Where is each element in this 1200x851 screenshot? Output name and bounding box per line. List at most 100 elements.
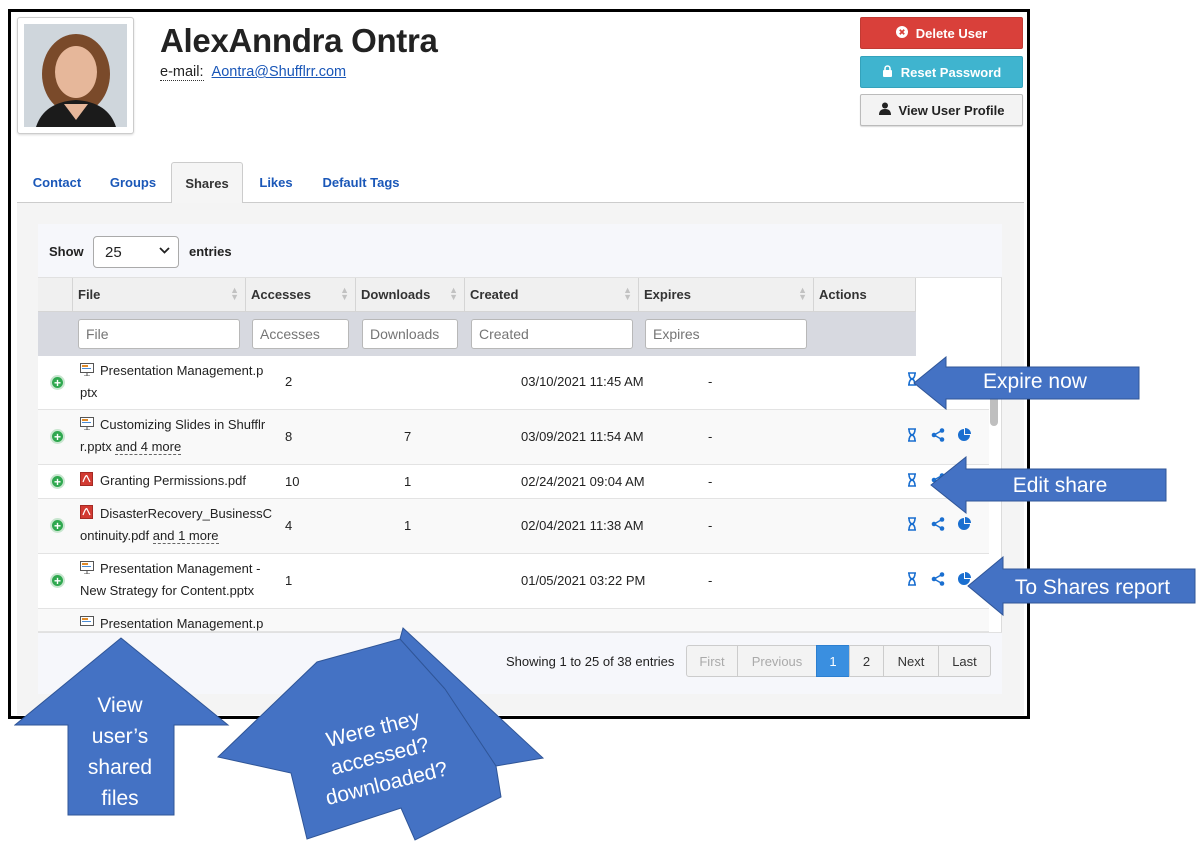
edit-share-label: Edit share — [1012, 474, 1108, 497]
created-value: 02/04/2021 11:38 AM — [521, 518, 644, 533]
row-actions — [904, 572, 972, 589]
file-name-line1: DisasterRecovery_BusinessC — [100, 506, 272, 521]
more-files-link[interactable]: and 1 more — [152, 528, 219, 544]
file-filter-input[interactable] — [78, 319, 240, 349]
page-1-button[interactable]: 1 — [816, 645, 850, 677]
tab-likes[interactable]: Likes — [245, 162, 307, 203]
expand-row-icon[interactable]: + — [50, 518, 65, 533]
file-name[interactable]: Customizing Slides in Shufflr r.pptx and … — [80, 414, 274, 458]
entries-select[interactable]: 25 — [93, 236, 179, 268]
column-header-created[interactable]: Created ▲ ▼ — [465, 278, 639, 312]
tab-shares[interactable]: Shares — [171, 162, 243, 204]
column-header-expires-label: Expires — [644, 287, 691, 302]
column-header-file-label: File — [78, 287, 101, 302]
shares-report-label: To Shares report — [1014, 576, 1171, 599]
next-page-button[interactable]: Next — [883, 645, 939, 677]
column-header-file[interactable]: File ▲ ▼ — [73, 278, 246, 312]
expand-row-icon[interactable]: + — [50, 573, 65, 588]
table-row: + Presentation Management.p ptx 2 03/10/2… — [38, 356, 989, 410]
user-name: AlexAnndra Ontra — [160, 22, 438, 59]
table-row: + DisasterRecovery_BusinessC ontinuity.pd… — [38, 499, 989, 554]
table-row: + Presentation Management - New Strategy … — [38, 554, 989, 609]
reset-password-button[interactable]: Reset Password — [860, 56, 1023, 88]
hourglass-icon[interactable] — [904, 473, 920, 490]
accesses-value: 4 — [285, 518, 293, 533]
file-name-line1: Presentation Management - — [100, 561, 261, 576]
email-label: e-mail: — [160, 64, 204, 81]
column-header-expires[interactable]: Expires ▲ ▼ — [639, 278, 814, 312]
file-name[interactable]: Granting Permissions.pdf — [80, 470, 274, 492]
delete-user-button[interactable]: Delete User — [860, 17, 1023, 49]
expires-value: - — [708, 518, 713, 533]
column-header-downloads[interactable]: Downloads ▲ ▼ — [356, 278, 465, 312]
row-actions — [904, 517, 972, 534]
table-length-bar — [38, 224, 1002, 278]
user-icon — [878, 102, 891, 118]
first-page-button[interactable]: First — [686, 645, 738, 677]
file-name[interactable]: DisasterRecovery_BusinessC ontinuity.pdf … — [80, 503, 274, 547]
table-row: + Granting Permissions.pdf 10 1 02/24/20… — [38, 465, 989, 499]
file-name-line1: Customizing Slides in Shufflr — [100, 417, 266, 432]
email-link[interactable]: Aontra@Shufflrr.com — [212, 64, 347, 80]
created-value: 03/09/2021 11:54 AM — [521, 429, 644, 444]
created-value: 03/10/2021 11:45 AM — [521, 374, 644, 389]
view-files-line1: View — [97, 694, 143, 717]
view-user-profile-button[interactable]: View User Profile — [860, 94, 1023, 126]
delete-icon — [895, 25, 908, 41]
hourglass-icon[interactable] — [904, 428, 920, 445]
hourglass-icon[interactable] — [904, 572, 920, 589]
tab-default-tags[interactable]: Default Tags — [309, 162, 413, 203]
downloads-value: 1 — [404, 518, 412, 533]
file-name-line2: ptx — [80, 385, 98, 400]
user-photo-icon — [24, 24, 127, 127]
expires-value: - — [708, 429, 713, 444]
delete-user-label: Delete User — [915, 25, 988, 41]
file-name[interactable]: Presentation Management - New Strategy fo… — [80, 558, 274, 602]
expand-row-icon[interactable]: + — [50, 375, 65, 390]
column-header-accesses-label: Accesses — [251, 287, 311, 302]
avatar-photo — [24, 24, 127, 127]
presentation-file-icon — [80, 614, 94, 627]
column-header-actions-label: Actions — [819, 287, 867, 302]
expires-value: - — [708, 474, 713, 489]
pdf-file-icon — [80, 471, 94, 486]
accesses-filter-input[interactable] — [252, 319, 349, 349]
file-name-line2: New Strategy for Content.pptx — [80, 583, 255, 598]
presentation-file-icon — [80, 415, 94, 431]
page-2-button[interactable]: 2 — [849, 645, 884, 677]
share-icon[interactable] — [930, 572, 946, 589]
share-icon[interactable] — [930, 517, 946, 534]
chevron-down-icon — [159, 245, 170, 257]
file-name[interactable]: Presentation Management.p ptx — [80, 360, 274, 404]
view-files-line2: user’s — [91, 725, 149, 748]
tab-contact[interactable]: Contact — [19, 162, 95, 203]
entries-label: entries — [189, 244, 232, 259]
view-files-label: View user’s shared files — [70, 690, 170, 814]
accesses-value: 2 — [285, 374, 293, 389]
column-header-expand — [38, 278, 73, 312]
expire-now-label: Expire now — [983, 370, 1087, 393]
previous-page-button[interactable]: Previous — [737, 645, 817, 677]
sort-icon: ▲ ▼ — [798, 285, 807, 302]
share-icon[interactable] — [930, 428, 946, 445]
more-files-link[interactable]: and 4 more — [115, 439, 182, 455]
accesses-value: 1 — [285, 573, 293, 588]
pie-chart-icon[interactable] — [956, 428, 972, 445]
expand-row-icon[interactable]: + — [50, 474, 65, 489]
file-name-line1: Granting Permissions.pdf — [100, 473, 246, 488]
downloads-filter-input[interactable] — [362, 319, 458, 349]
column-header-accesses[interactable]: Accesses ▲ ▼ — [246, 278, 356, 312]
lock-icon — [882, 64, 893, 80]
created-filter-input[interactable] — [471, 319, 633, 349]
expires-filter-input[interactable] — [645, 319, 807, 349]
downloads-value: 1 — [404, 474, 412, 489]
expand-row-icon[interactable]: + — [50, 429, 65, 444]
created-value: 02/24/2021 09:04 AM — [521, 474, 645, 489]
tab-groups[interactable]: Groups — [97, 162, 169, 203]
last-page-button[interactable]: Last — [938, 645, 991, 677]
sort-icon: ▲ ▼ — [230, 285, 239, 302]
hourglass-icon[interactable] — [904, 517, 920, 534]
file-name-line2: r.pptx — [80, 439, 112, 454]
pie-chart-icon[interactable] — [956, 517, 972, 534]
expires-value: - — [708, 573, 713, 588]
